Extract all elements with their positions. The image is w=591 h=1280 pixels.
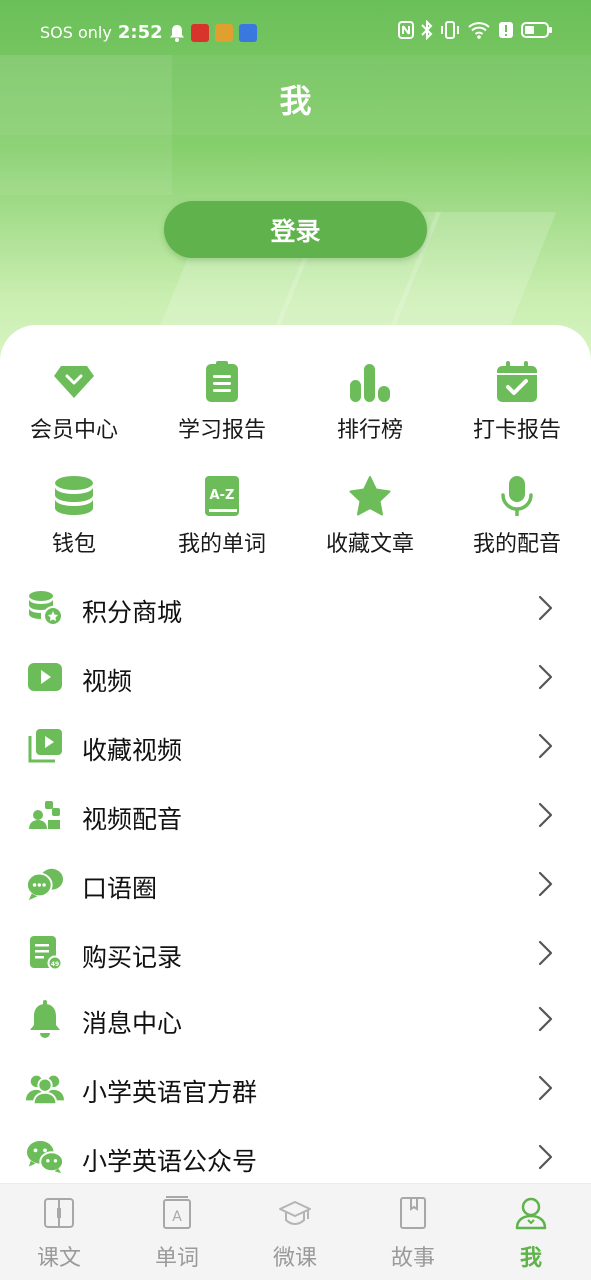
menu-item-label: 购买记录	[82, 943, 183, 972]
tab-me[interactable]: 我	[472, 1184, 590, 1280]
menu-item-label: 视频配音	[82, 805, 183, 834]
video-collection-icon	[26, 727, 64, 765]
tab-lessons[interactable]: 课文	[0, 1184, 118, 1280]
menu-item-message-center[interactable]: 消息中心	[0, 986, 591, 1052]
chat-bubbles-icon	[26, 865, 64, 903]
tab-label: 课文	[36, 1246, 81, 1271]
grid-item-label: 打卡报告	[472, 418, 561, 443]
svg-text:A: A	[172, 1209, 182, 1225]
group-icon	[26, 1069, 64, 1107]
grid-item-label: 排行榜	[336, 418, 403, 443]
svg-text:A-Z: A-Z	[210, 488, 235, 503]
menu-item-label: 收藏视频	[82, 736, 183, 765]
grid-item-saved-articles[interactable]: 收藏文章	[296, 474, 444, 564]
menu-item-label: 小学英语公众号	[82, 1147, 258, 1176]
alert-icon	[499, 22, 513, 38]
chevron-right-icon	[538, 1006, 553, 1032]
notification-bell-icon	[169, 24, 184, 42]
chevron-right-icon	[538, 733, 553, 759]
nfc-icon	[398, 21, 414, 39]
grad-cap-icon	[279, 1201, 311, 1226]
bookmark-book-icon	[400, 1197, 426, 1229]
bottom-tab-bar: 课文 A 单词 微课 故事 我	[0, 1183, 591, 1280]
grid-item-label: 收藏文章	[325, 532, 414, 557]
tab-label: 我	[519, 1246, 542, 1271]
tab-label: 微课	[272, 1246, 317, 1271]
book-open-icon	[44, 1198, 74, 1228]
menu-item-speaking-circle[interactable]: 口语圈	[0, 851, 591, 917]
clock: 2:52	[117, 22, 163, 43]
bar-chart-icon	[348, 360, 392, 404]
az-book-icon: A-Z	[200, 474, 244, 518]
report-icon	[200, 360, 244, 404]
chevron-right-icon	[538, 1144, 553, 1170]
chevron-right-icon	[538, 802, 553, 828]
grid-item-label: 钱包	[51, 532, 96, 557]
grid-item-label: 我的单词	[177, 532, 266, 557]
dubbing-icon	[26, 796, 64, 834]
page-title: 我	[279, 82, 312, 120]
chevron-right-icon	[538, 1075, 553, 1101]
purchase-record-icon: 49	[26, 934, 64, 972]
menu-item-official-group[interactable]: 小学英语官方群	[0, 1055, 591, 1121]
status-left: SOS only 2:52	[40, 22, 257, 43]
play-icon	[26, 658, 64, 696]
app-badge-red-icon	[190, 23, 209, 42]
tab-label: 故事	[390, 1246, 435, 1271]
tab-label: 单词	[154, 1246, 199, 1271]
menu-item-label: 小学英语官方群	[82, 1078, 258, 1107]
status-right	[398, 20, 553, 40]
person-icon	[515, 1197, 547, 1230]
menu-item-label: 消息中心	[82, 1009, 183, 1038]
login-button[interactable]: 登录	[164, 201, 427, 258]
menu-item-label: 口语圈	[82, 874, 158, 903]
grid-item-label: 我的配音	[472, 532, 561, 557]
app-badge-blue-icon	[238, 23, 257, 42]
grid-item-label: 会员中心	[29, 418, 118, 443]
points-coins-icon	[26, 589, 64, 627]
chevron-right-icon	[538, 595, 553, 621]
tab-micro-course[interactable]: 微课	[236, 1184, 354, 1280]
letter-card-icon: A	[163, 1196, 191, 1229]
chevron-right-icon	[538, 871, 553, 897]
grid-item-member-center[interactable]: 会员中心	[0, 360, 148, 450]
grid-item-my-words[interactable]: A-Z 我的单词	[148, 474, 296, 564]
battery-icon	[521, 22, 552, 38]
calendar-check-icon	[495, 360, 539, 404]
grid-item-leaderboard[interactable]: 排行榜	[296, 360, 444, 450]
carrier-text: SOS only	[40, 23, 112, 42]
wifi-icon	[468, 22, 490, 39]
bluetooth-icon	[421, 20, 433, 40]
menu-item-saved-videos[interactable]: 收藏视频	[0, 713, 591, 779]
chevron-right-icon	[538, 664, 553, 690]
wechat-icon	[26, 1138, 64, 1176]
vibrate-icon	[441, 21, 459, 39]
grid-item-my-dubbing[interactable]: 我的配音	[443, 474, 591, 564]
svg-text:49: 49	[51, 961, 59, 968]
feature-grid-row: 钱包 A-Z 我的单词 收藏文章 我的配音	[0, 474, 591, 564]
menu-item-label: 视频	[82, 667, 133, 696]
menu-item-video-dubbing[interactable]: 视频配音	[0, 782, 591, 848]
menu-item-points-mall[interactable]: 积分商城	[0, 575, 591, 641]
app-badge-game-icon	[214, 23, 233, 42]
menu-item-purchase-records[interactable]: 49 购买记录	[0, 920, 591, 986]
grid-item-study-report[interactable]: 学习报告	[148, 360, 296, 450]
bell-icon	[26, 1000, 64, 1038]
diamond-icon	[52, 360, 96, 404]
tab-words[interactable]: A 单词	[118, 1184, 236, 1280]
grid-item-checkin-report[interactable]: 打卡报告	[443, 360, 591, 450]
status-bar: SOS only 2:52	[0, 0, 591, 56]
feature-grid-row: 会员中心 学习报告 排行榜 打卡报告	[0, 360, 591, 450]
menu-item-video[interactable]: 视频	[0, 644, 591, 710]
tab-stories[interactable]: 故事	[354, 1184, 472, 1280]
grid-item-wallet[interactable]: 钱包	[0, 474, 148, 564]
chevron-right-icon	[538, 940, 553, 966]
menu-item-label: 积分商城	[82, 598, 183, 627]
coins-icon	[52, 474, 96, 518]
grid-item-label: 学习报告	[177, 418, 266, 443]
star-icon	[348, 474, 392, 518]
microphone-icon	[495, 474, 539, 518]
menu-item-official-account[interactable]: 小学英语公众号	[0, 1124, 591, 1190]
